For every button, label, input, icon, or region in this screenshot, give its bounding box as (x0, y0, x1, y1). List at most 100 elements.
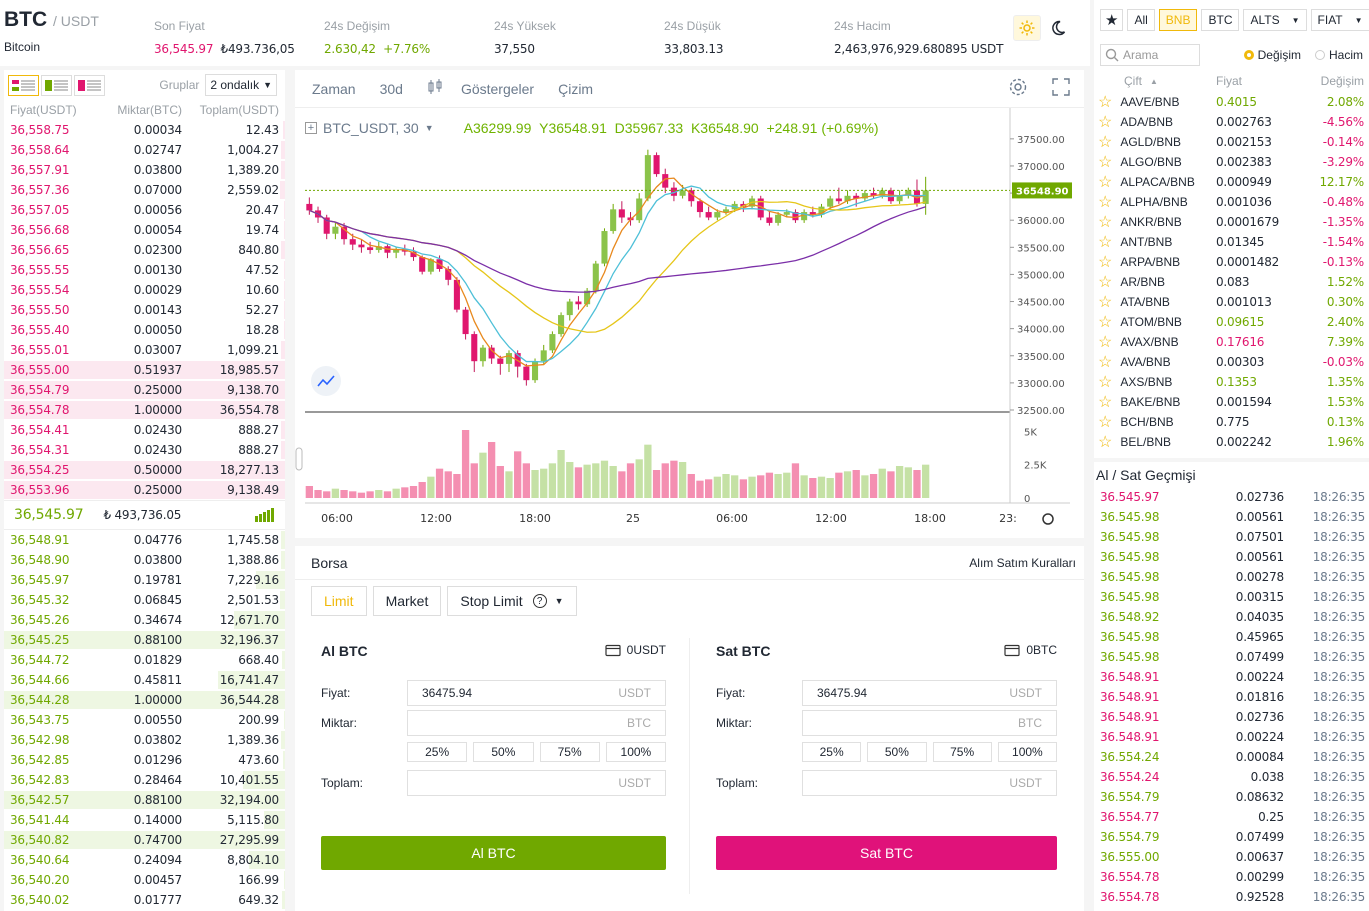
ask-row[interactable]: 36,557.91 0.03800 1,389.20 (4, 160, 285, 180)
interval-menu[interactable]: 30d (380, 81, 403, 97)
bid-row[interactable]: 36,540.02 0.01777 649.32 (4, 890, 285, 910)
ask-row[interactable]: 36,558.64 0.02747 1,004.27 (4, 140, 285, 160)
market-row[interactable]: ☆ ALPACA/BNB 0.000949 12.17% (1094, 172, 1369, 192)
bid-row[interactable]: 36,548.90 0.03800 1,388.86 (4, 550, 285, 570)
bid-row[interactable]: 36,544.66 0.45811 16,741.47 (4, 670, 285, 690)
ask-row[interactable]: 36,555.50 0.00143 52.27 (4, 300, 285, 320)
buy-button[interactable]: Al BTC (321, 836, 666, 870)
trading-rules-link[interactable]: Alım Satım Kuralları (969, 556, 1076, 570)
sell-total-input[interactable]: USDT (802, 770, 1057, 796)
ask-row[interactable]: 36,556.65 0.02300 840.80 (4, 240, 285, 260)
ask-row[interactable]: 36,555.55 0.00130 47.52 (4, 260, 285, 280)
help-icon[interactable]: ? (532, 594, 547, 608)
star-outline-icon[interactable]: ☆ (1098, 92, 1112, 112)
col-pair[interactable]: Çift ▲ (1094, 74, 1216, 88)
star-outline-icon[interactable]: ☆ (1098, 192, 1112, 212)
bid-row[interactable]: 36,545.97 0.19781 7,229.16 (4, 570, 285, 590)
ask-row[interactable]: 36,555.54 0.00029 10.60 (4, 280, 285, 300)
buy-25-button[interactable]: 25% (407, 742, 468, 762)
both-sides-view-button[interactable] (8, 74, 39, 96)
tab-fiat[interactable]: FIAT ▼ (1310, 9, 1369, 31)
market-row[interactable]: ☆ AVA/BNB 0.00303 -0.03% (1094, 352, 1369, 372)
ask-row[interactable]: 36,558.75 0.00034 12.43 (4, 120, 285, 140)
drawing-menu[interactable]: Çizim (558, 81, 593, 97)
ask-row[interactable]: 36,554.41 0.02430 888.27 (4, 420, 285, 440)
tab-all[interactable]: All (1127, 9, 1155, 31)
tab-limit[interactable]: Limit (311, 586, 367, 616)
ask-row[interactable]: 36,554.25 0.50000 18,277.13 (4, 460, 285, 480)
ask-row[interactable]: 36,554.79 0.25000 9,138.70 (4, 380, 285, 400)
sell-button[interactable]: Sat BTC (716, 836, 1057, 870)
decimals-select[interactable]: 2 ondalık ▼ (205, 74, 277, 96)
market-row[interactable]: ☆ AVAX/BNB 0.17616 7.39% (1094, 332, 1369, 352)
ask-row[interactable]: 36,555.00 0.51937 18,985.57 (4, 360, 285, 380)
star-outline-icon[interactable]: ☆ (1098, 392, 1112, 412)
market-row[interactable]: ☆ AAVE/BNB 0.4015 2.08% (1094, 92, 1369, 112)
star-outline-icon[interactable]: ☆ (1098, 212, 1112, 232)
market-row[interactable]: ☆ AR/BNB 0.083 1.52% (1094, 272, 1369, 292)
market-row[interactable]: ☆ ATOM/BNB 0.09615 2.40% (1094, 312, 1369, 332)
market-row[interactable]: ☆ ANKR/BNB 0.0001679 -1.35% (1094, 212, 1369, 232)
sell-75-button[interactable]: 75% (932, 742, 992, 762)
market-row[interactable]: ☆ ALGO/BNB 0.002383 -3.29% (1094, 152, 1369, 172)
buy-100-button[interactable]: 100% (605, 742, 666, 762)
bid-row[interactable]: 36,540.20 0.00457 166.99 (4, 870, 285, 890)
sort-change-radio[interactable]: Değişim (1243, 48, 1301, 62)
market-row[interactable]: ☆ ADA/BNB 0.002763 -4.56% (1094, 112, 1369, 132)
star-outline-icon[interactable]: ☆ (1098, 272, 1112, 292)
tradingview-logo[interactable] (311, 366, 341, 396)
star-outline-icon[interactable]: ☆ (1098, 152, 1112, 172)
buy-price-input[interactable]: 36475.94 USDT (407, 680, 666, 706)
bid-row[interactable]: 36,541.44 0.14000 5,115.80 (4, 810, 285, 830)
bid-row[interactable]: 36,542.85 0.01296 473.60 (4, 750, 285, 770)
fullscreen-icon[interactable] (1052, 78, 1070, 99)
light-theme-button[interactable] (1013, 15, 1041, 41)
bid-row[interactable]: 36,542.98 0.03802 1,389.36 (4, 730, 285, 750)
col-price[interactable]: Fiyat (1216, 74, 1306, 88)
market-row[interactable]: ☆ AXS/BNB 0.1353 1.35% (1094, 372, 1369, 392)
star-outline-icon[interactable]: ☆ (1098, 372, 1112, 392)
ask-row[interactable]: 36,555.01 0.03007 1,099.21 (4, 340, 285, 360)
bid-row[interactable]: 36,543.75 0.00550 200.99 (4, 710, 285, 730)
market-row[interactable]: ☆ BEL/BNB 0.002242 1.96% (1094, 432, 1369, 452)
bid-row[interactable]: 36,540.64 0.24094 8,804.10 (4, 850, 285, 870)
sell-50-button[interactable]: 50% (867, 742, 927, 762)
bid-row[interactable]: 36,545.32 0.06845 2,501.53 (4, 590, 285, 610)
col-change[interactable]: Değişim (1306, 74, 1369, 88)
buy-total-input[interactable]: USDT (407, 770, 666, 796)
star-outline-icon[interactable]: ☆ (1098, 252, 1112, 272)
sort-volume-radio[interactable]: Hacim (1314, 48, 1363, 62)
buy-50-button[interactable]: 50% (473, 742, 534, 762)
price-chart[interactable]: 37500.0037000.0036500.0036000.0035500.00… (295, 108, 1084, 538)
star-outline-icon[interactable]: ☆ (1098, 172, 1112, 192)
market-row[interactable]: ☆ AGLD/BNB 0.002153 -0.14% (1094, 132, 1369, 152)
sell-price-input[interactable]: 36475.94 USDT (802, 680, 1057, 706)
tab-alts[interactable]: ALTS ▼ (1243, 9, 1307, 31)
star-outline-icon[interactable]: ☆ (1098, 332, 1112, 352)
bid-row[interactable]: 36,544.72 0.01829 668.40 (4, 650, 285, 670)
ask-row[interactable]: 36,554.78 1.00000 36,554.78 (4, 400, 285, 420)
time-menu[interactable]: Zaman (312, 81, 356, 97)
tab-market[interactable]: Market (372, 586, 442, 616)
dark-theme-button[interactable] (1044, 15, 1072, 41)
ask-row[interactable]: 36,555.40 0.00050 18.28 (4, 320, 285, 340)
market-row[interactable]: ☆ ARPA/BNB 0.0001482 -0.13% (1094, 252, 1369, 272)
favorites-tab[interactable]: ★ (1100, 9, 1124, 31)
sell-100-button[interactable]: 100% (997, 742, 1057, 762)
star-outline-icon[interactable]: ☆ (1098, 132, 1112, 152)
ask-row[interactable]: 36,554.31 0.02430 888.27 (4, 440, 285, 460)
tab-stop-limit[interactable]: Stop Limit? ▼ (447, 586, 577, 616)
market-row[interactable]: ☆ ALPHA/BNB 0.001036 -0.48% (1094, 192, 1369, 212)
market-row[interactable]: ☆ BAKE/BNB 0.001594 1.53% (1094, 392, 1369, 412)
bid-row[interactable]: 36,544.28 1.00000 36,544.28 (4, 690, 285, 710)
pane-resize-handle[interactable] (295, 447, 303, 471)
market-row[interactable]: ☆ ATA/BNB 0.001013 0.30% (1094, 292, 1369, 312)
tab-btc[interactable]: BTC (1201, 9, 1240, 31)
buy-75-button[interactable]: 75% (539, 742, 600, 762)
settings-icon[interactable] (1008, 77, 1028, 100)
ask-row[interactable]: 36,556.68 0.00054 19.74 (4, 220, 285, 240)
bid-row[interactable]: 36,542.57 0.88100 32,194.00 (4, 790, 285, 810)
tab-bnb[interactable]: BNB (1158, 9, 1198, 31)
ask-row[interactable]: 36,557.36 0.07000 2,559.02 (4, 180, 285, 200)
star-outline-icon[interactable]: ☆ (1098, 352, 1112, 372)
